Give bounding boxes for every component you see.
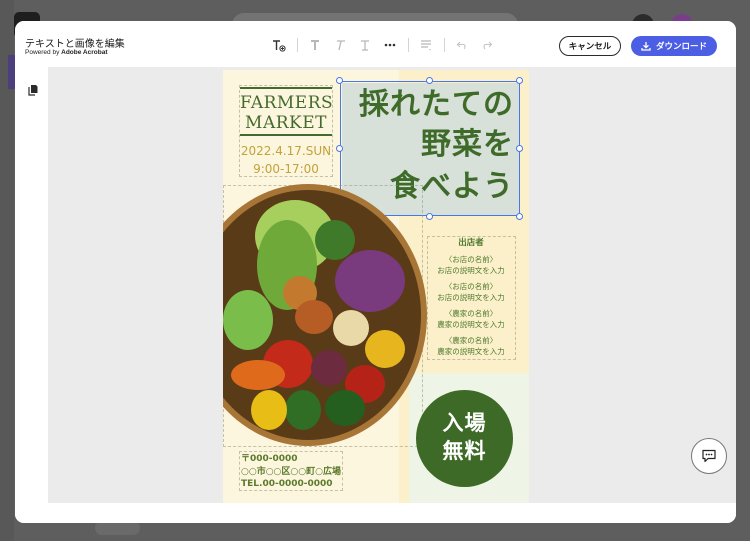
- text-toolbar: [270, 36, 503, 54]
- title-rule: [240, 87, 332, 89]
- download-label: ダウンロード: [655, 42, 707, 52]
- toolbar-divider: [408, 38, 409, 52]
- background-pill: [95, 521, 140, 535]
- text-style-icon[interactable]: [356, 36, 374, 54]
- italic-icon[interactable]: [331, 36, 349, 54]
- pages-icon[interactable]: [28, 81, 38, 100]
- poster-page[interactable]: FARMERS MARKET 2022.4.17.SUN 9:00-17:00 …: [223, 70, 529, 503]
- dialog-title: テキストと画像を編集: [25, 39, 125, 50]
- market-title[interactable]: FARMERS MARKET: [240, 93, 333, 133]
- exhibitors-list[interactable]: 出店者 〈お店の名前〉 お店の説明文を入力 〈お店の名前〉 お店の説明文を入力 〈農…: [427, 236, 515, 362]
- feedback-button[interactable]: [691, 438, 727, 474]
- toolbar-divider: [297, 38, 298, 52]
- exhibitor-entry: 〈農家の名前〉 農家の説明文を入力: [437, 309, 505, 329]
- download-icon: [641, 42, 651, 51]
- more-icon[interactable]: [381, 36, 399, 54]
- resize-handle[interactable]: [426, 213, 433, 220]
- align-icon[interactable]: [417, 36, 435, 54]
- edit-dialog: テキストと画像を編集 Powered by Adobe Acrobat キャンセ…: [15, 21, 736, 523]
- exhibitors-title: 出店者: [458, 238, 484, 248]
- dialog-header: テキストと画像を編集 Powered by Adobe Acrobat キャンセ…: [15, 21, 736, 67]
- redo-icon[interactable]: [478, 36, 496, 54]
- address-block[interactable]: 〒000-0000 ○○市○○区○○町○広場 TEL.00-0000-0000: [241, 453, 343, 491]
- exhibitor-entry: 〈お店の名前〉 お店の説明文を入力: [437, 255, 505, 275]
- bold-icon[interactable]: [306, 36, 324, 54]
- add-text-icon[interactable]: [270, 36, 288, 54]
- toolbar-divider: [444, 38, 445, 52]
- resize-handle[interactable]: [516, 77, 523, 84]
- event-date[interactable]: 2022.4.17.SUN 9:00-17:00: [240, 142, 332, 178]
- side-rail: [15, 67, 48, 503]
- resize-handle[interactable]: [336, 77, 343, 84]
- title-rule: [240, 134, 332, 136]
- download-button[interactable]: ダウンロード: [631, 36, 717, 56]
- exhibitor-entry: 〈農家の名前〉 農家の説明文を入力: [437, 336, 505, 356]
- cancel-button[interactable]: キャンセル: [559, 36, 621, 56]
- undo-icon[interactable]: [453, 36, 471, 54]
- resize-handle[interactable]: [516, 145, 523, 152]
- dialog-footer: [15, 503, 736, 523]
- exhibitor-entry: 〈お店の名前〉 お店の説明文を入力: [437, 282, 505, 302]
- chat-icon: [702, 449, 716, 463]
- free-entry-badge[interactable]: 入場 無料: [416, 390, 513, 487]
- powered-by-label: Powered by Adobe Acrobat: [25, 49, 108, 56]
- resize-handle[interactable]: [336, 145, 343, 152]
- resize-handle[interactable]: [426, 77, 433, 84]
- resize-handle[interactable]: [516, 213, 523, 220]
